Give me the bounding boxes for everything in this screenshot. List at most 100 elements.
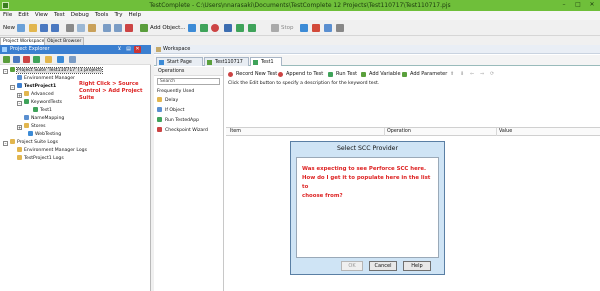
column-value[interactable]: Value (496, 128, 512, 136)
tree-node-environment-manager-logs[interactable]: Environment Manager Logs (17, 147, 87, 154)
collapse-icon[interactable]: – (10, 85, 15, 90)
panel-close-icon[interactable]: ✕ (134, 46, 141, 53)
collapse-icon[interactable]: – (17, 101, 22, 106)
sort-icon[interactable] (45, 56, 52, 63)
delete-icon[interactable] (125, 24, 133, 32)
indent-right-icon[interactable]: ⇒ (480, 69, 484, 79)
apps-icon[interactable] (312, 24, 320, 32)
redo-icon[interactable] (114, 24, 122, 32)
tree-node-namemapping[interactable]: NameMapping (24, 115, 64, 122)
save-icon[interactable] (40, 24, 48, 32)
annotation-line: Suite (79, 95, 95, 101)
ok-button[interactable]: OK (341, 261, 363, 271)
add-object-button[interactable]: Add Object... (150, 24, 186, 32)
minimize-icon[interactable]: – (558, 1, 570, 9)
menu-edit[interactable]: Edit (18, 11, 29, 20)
tab-object-browser[interactable]: Object Browser (44, 37, 85, 45)
run-icon[interactable] (188, 24, 196, 32)
play-dropdown-icon[interactable] (248, 24, 256, 32)
side-tabstrip: Project Workspace Object Browser (0, 37, 150, 45)
project-explorer-header: Project Explorer ⊻ ▤ ✕ (0, 45, 151, 54)
record-icon[interactable] (211, 24, 219, 32)
refresh-icon[interactable]: ⟳ (490, 69, 494, 79)
add-existing-icon[interactable] (13, 56, 20, 63)
save-all-icon[interactable] (51, 24, 59, 32)
debug-icon[interactable] (224, 24, 232, 32)
play-icon[interactable] (236, 24, 244, 32)
menu-test[interactable]: Test (54, 11, 65, 20)
paste-icon[interactable] (88, 24, 96, 32)
tab-start-page[interactable]: Start Page (156, 57, 203, 66)
tree-node-keywordtests[interactable]: KeywordTests (24, 99, 62, 106)
tree-node-project-suite-logs[interactable]: Project Suite Logs (10, 139, 58, 146)
tree-node-test1[interactable]: Test1 (33, 107, 52, 114)
operations-category[interactable]: Frequently Used (157, 89, 220, 95)
column-item[interactable]: Item (228, 128, 241, 136)
tree-node-project-suite[interactable]: Project Suite 'Test110717' (1 project) (10, 67, 103, 74)
operation-run-testedapp[interactable]: Run TestedApp (157, 116, 223, 126)
run-app-icon (157, 117, 162, 122)
menu-debug[interactable]: Debug (71, 11, 89, 20)
new-dropdown-icon[interactable] (17, 24, 25, 32)
add-item-icon[interactable] (3, 56, 10, 63)
expand-icon[interactable]: + (17, 93, 22, 98)
cancel-button[interactable]: Cancel (369, 261, 397, 271)
tree-node-stores[interactable]: Stores (24, 123, 46, 130)
menu-file[interactable]: File (3, 11, 12, 20)
record-new-test-button[interactable]: Record New Test (228, 69, 277, 79)
menu-try[interactable]: Try (114, 11, 122, 20)
close-icon[interactable]: ✕ (586, 1, 598, 9)
expand-icon[interactable]: + (17, 125, 22, 130)
tree-node-advanced[interactable]: Advanced (24, 91, 54, 98)
operations-search-input[interactable]: Search (157, 78, 220, 85)
add-variable-button[interactable]: Add Variable (361, 69, 401, 79)
tree-node-environment-manager[interactable]: Environment Manager (17, 75, 75, 82)
tab-project-workspace[interactable]: Project Workspace (0, 37, 48, 45)
stop-icon[interactable] (271, 24, 279, 32)
menu-help[interactable]: Help (129, 11, 142, 20)
menu-view[interactable]: View (35, 11, 48, 20)
indent-left-icon[interactable]: ⇐ (470, 69, 474, 79)
dock-icon[interactable]: ▤ (125, 46, 132, 53)
add-parameter-button[interactable]: Add Parameter (402, 69, 447, 79)
mobile-icon[interactable] (324, 24, 332, 32)
run-test-button[interactable]: Run Test (328, 69, 357, 79)
append-to-test-button[interactable]: Append to Test (278, 69, 323, 79)
copy-icon[interactable] (77, 24, 85, 32)
tab-test110717[interactable]: Test110717 (204, 57, 249, 66)
keyword-icon[interactable] (200, 24, 208, 32)
window-title: TestComplete - C:\Users\nnarasaki\Docume… (149, 2, 451, 9)
run-project-icon[interactable] (33, 56, 40, 63)
web-icon[interactable] (300, 24, 308, 32)
maximize-icon[interactable]: □ (572, 1, 584, 9)
tree-node-testproject1[interactable]: TestProject1 (17, 83, 56, 90)
options-icon[interactable] (336, 24, 344, 32)
help-button[interactable]: Help (403, 261, 431, 271)
filter-icon[interactable] (69, 56, 76, 63)
operation-delay[interactable]: Delay (157, 96, 223, 106)
start-page-icon (159, 60, 164, 65)
menu-tools[interactable]: Tools (95, 11, 109, 20)
new-button[interactable]: New (3, 24, 15, 32)
move-up-icon[interactable]: ⬆ (450, 69, 454, 79)
cut-icon[interactable] (66, 24, 74, 32)
scc-icon[interactable] (57, 56, 64, 63)
tree-node-testproject1-logs[interactable]: TestProject1 Logs (17, 155, 64, 162)
pin-icon[interactable]: ⊻ (116, 46, 123, 53)
move-down-icon[interactable]: ⬇ (460, 69, 464, 79)
tab-test1[interactable]: Test1 (250, 57, 282, 66)
undo-icon[interactable] (103, 24, 111, 32)
collapse-icon[interactable]: – (3, 141, 8, 146)
operation-checkpoint-wizard[interactable]: Checkpoint Wizard (157, 126, 223, 136)
explorer-icon (2, 47, 7, 52)
add-object-icon[interactable] (140, 24, 148, 32)
operation-if-object[interactable]: If Object (157, 106, 223, 116)
stop-button[interactable]: Stop (281, 24, 294, 32)
tree-node-webtesting[interactable]: WebTesting (28, 131, 61, 138)
remove-item-icon[interactable] (23, 56, 30, 63)
workspace-header: Workspace (154, 45, 600, 54)
collapse-icon[interactable]: – (3, 69, 8, 74)
open-icon[interactable] (29, 24, 37, 32)
test-description-hint[interactable]: Click the Edit button to specify a descr… (228, 81, 379, 87)
column-operation[interactable]: Operation (384, 128, 411, 136)
